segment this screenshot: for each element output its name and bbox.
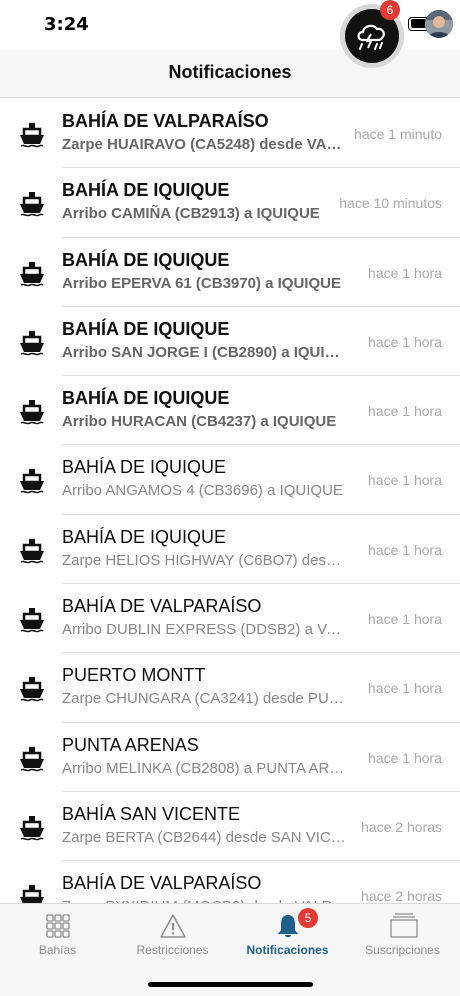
notification-row[interactable]: PUNTA ARENAS Arribo MELINKA (CB2808) a PU… [0, 723, 460, 793]
notification-title: BAHÍA DE VALPARAÍSO [62, 596, 262, 617]
notification-row[interactable]: BAHÍA DE IQUIQUE Zarpe HELIOS HIGHWAY (C6… [0, 515, 460, 585]
ship-icon [18, 466, 46, 494]
notification-row[interactable]: BAHÍA DE IQUIQUE Arribo ANGAMOS 4 (CB3696… [0, 445, 460, 516]
tab-bar: Bahías Restricciones Notificaciones 5 Suscri… [0, 903, 460, 996]
notification-subtitle: Zarpe CHUNGARA (CA3241) desde PUERTO MON… [62, 690, 347, 708]
ship-icon [18, 189, 46, 217]
home-indicator [148, 982, 313, 987]
notification-title: BAHÍA DE VALPARAÍSO [62, 111, 269, 131]
notification-row[interactable]: BAHÍA DE VALPARAÍSO Arribo DUBLIN EXPRESS… [0, 584, 460, 654]
notification-time: hace 1 hora [368, 264, 442, 281]
tab-label: Restricciones [136, 943, 209, 957]
avatar[interactable] [425, 10, 453, 38]
ship-icon [18, 397, 46, 425]
tab-bahias[interactable]: Bahías [0, 904, 115, 964]
notification-title: BAHÍA SAN VICENTE [62, 803, 241, 824]
notification-time: hace 1 hora [368, 541, 442, 558]
notification-title: BAHÍA DE IQUIQUE [62, 457, 227, 478]
ship-icon [18, 328, 46, 356]
notification-title: PUNTA ARENAS [62, 734, 199, 755]
ship-icon [18, 882, 46, 903]
notification-title: BAHÍA DE IQUIQUE [62, 526, 227, 547]
notification-subtitle: Zarpe HUAIRAVO (CA5248) desde VALPARAÍSO [62, 136, 347, 153]
tab-label: Bahías [38, 943, 77, 957]
notification-time: hace 2 horas [361, 818, 442, 835]
user-avatar-icon [425, 10, 453, 38]
stack-icon [389, 912, 418, 940]
ship-icon [18, 536, 46, 564]
notification-time: hace 1 hora [368, 472, 442, 489]
grid-icon [44, 912, 72, 940]
notification-row[interactable]: BAHÍA DE VALPARAÍSO Zarpe HUAIRAVO (CA524… [0, 99, 460, 169]
tab-suscripciones[interactable]: Suscripciones [345, 904, 460, 964]
tab-label: Notificaciones [246, 943, 329, 957]
notification-title: BAHÍA DE VALPARAÍSO [62, 873, 262, 894]
ship-icon [18, 744, 46, 772]
notification-subtitle: Arribo CAMIÑA (CB2913) a IQUIQUE [62, 205, 320, 223]
notification-time: hace 1 hora [368, 611, 442, 628]
notification-subtitle: Zarpe BERTA (CB2644) desde SAN VICENTE [62, 828, 347, 846]
notification-row[interactable]: BAHÍA DE IQUIQUE Arribo EPERVA 61 (CB3970… [0, 238, 460, 308]
notification-row[interactable]: BAHÍA DE VALPARAÍSOZarpe PYXIDIUM (MOCB2… [0, 861, 460, 903]
cloud-rain-icon [357, 24, 385, 50]
notification-time: hace 1 hora [368, 403, 442, 420]
notification-subtitle: Arribo SAN JORGE I (CB2890) a IQUIQUE [62, 343, 347, 361]
notification-badge: 5 [298, 908, 318, 928]
weather-badge: 6 [380, 0, 400, 20]
tab-restricciones[interactable]: Restricciones [115, 904, 230, 964]
warning-icon [159, 912, 187, 940]
notification-time: hace 1 hora [368, 749, 442, 766]
ship-icon [18, 674, 46, 702]
notification-subtitle: Arribo MELINKA (CB2808) a PUNTA ARENAS [62, 759, 347, 777]
ship-icon [18, 120, 46, 148]
notification-row[interactable]: PUERTO MONTT Zarpe CHUNGARA (CA3241) desd… [0, 653, 460, 723]
notification-time: hace 1 minuto [354, 126, 442, 142]
notification-time: hace 10 minutos [339, 195, 442, 212]
ship-icon [18, 813, 46, 841]
notification-row[interactable]: BAHÍA DE IQUIQUE Arribo HURACAN (CB4237) … [0, 376, 460, 446]
notification-title: PUERTO MONTT [62, 665, 206, 686]
notification-subtitle: Arribo DUBLIN EXPRESS (DDSB2) a VALPARAÍ… [62, 621, 347, 639]
notification-title: BAHÍA DE IQUIQUE [62, 388, 230, 409]
notification-subtitle: Arribo HURACAN (CB4237) a IQUIQUE [62, 413, 337, 431]
notification-title: BAHÍA DE IQUIQUE [62, 318, 230, 339]
status-time: 3:24 [44, 14, 89, 35]
notification-time: hace 1 hora [368, 680, 442, 697]
ship-icon [18, 259, 46, 287]
tab-notificaciones[interactable]: Notificaciones 5 [230, 904, 345, 964]
tab-label: Suscripciones [365, 943, 440, 957]
notification-time: hace 2 horas [361, 888, 442, 903]
notification-time: hace 1 hora [368, 333, 442, 350]
notification-title: BAHÍA DE IQUIQUE [62, 180, 230, 201]
notification-row[interactable]: BAHÍA SAN VICENTE Zarpe BERTA (CB2644) de… [0, 792, 460, 862]
notification-title: BAHÍA DE IQUIQUE [62, 249, 230, 270]
notification-list[interactable]: BAHÍA DE VALPARAÍSO Zarpe HUAIRAVO (CA524… [0, 99, 460, 903]
page-title: Notificaciones [168, 62, 292, 82]
notification-subtitle: Arribo ANGAMOS 4 (CB3696) a IQUIQUE [62, 482, 343, 500]
notification-row[interactable]: BAHÍA DE IQUIQUE Arribo CAMIÑA (CB2913) a… [0, 168, 460, 238]
notification-subtitle: Arribo EPERVA 61 (CB3970) a IQUIQUE [62, 274, 341, 292]
notification-row[interactable]: BAHÍA DE IQUIQUE Arribo SAN JORGE I (CB28… [0, 307, 460, 377]
notification-subtitle: Zarpe HELIOS HIGHWAY (C6BO7) desde IQUIQ… [62, 551, 347, 569]
ship-icon [18, 605, 46, 633]
